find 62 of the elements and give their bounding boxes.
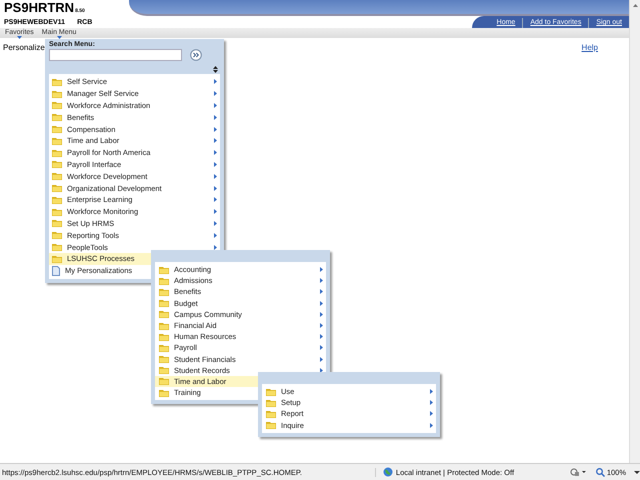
search-go-icon[interactable] — [190, 49, 202, 61]
scrollbar[interactable] — [629, 0, 640, 463]
folder-icon — [159, 377, 169, 386]
submenu-arrow-icon — [214, 114, 217, 120]
folder-icon — [266, 421, 276, 430]
document-icon — [52, 266, 60, 276]
folder-icon — [159, 355, 169, 364]
security-icon[interactable] — [570, 467, 586, 477]
submenu-arrow-icon — [430, 422, 433, 428]
submenu-arrow-icon — [214, 79, 217, 84]
submenu-arrow-icon — [214, 102, 217, 108]
submenu-arrow-icon — [214, 197, 217, 202]
submenu-arrow-icon — [214, 150, 217, 156]
folder-icon — [52, 208, 62, 216]
folder-icon — [159, 288, 169, 296]
scroll-up-icon[interactable] — [632, 4, 638, 7]
globe-icon — [382, 467, 393, 477]
dropdown-caret-icon[interactable] — [634, 470, 640, 474]
caret-icon — [17, 36, 22, 39]
submenu-arrow-icon — [214, 91, 217, 96]
folder-icon — [159, 344, 169, 352]
submenu-arrow-icon — [214, 138, 217, 144]
submenu-arrow-icon — [214, 162, 217, 167]
folder-icon — [266, 410, 276, 418]
submenu-arrow-icon — [214, 209, 217, 214]
submenu-arrow-icon — [214, 174, 217, 179]
folder-icon — [52, 184, 62, 192]
folder-icon — [52, 113, 62, 122]
submenu-arrow-icon — [214, 220, 217, 226]
folder-icon — [159, 299, 169, 308]
folder-icon — [52, 148, 62, 157]
folder-icon — [52, 219, 62, 228]
folder-icon — [159, 266, 169, 274]
folder-icon — [52, 172, 62, 180]
folder-icon — [52, 125, 62, 134]
submenu-arrow-icon — [214, 186, 217, 191]
magnifier-icon — [596, 468, 605, 476]
folder-icon — [159, 388, 169, 397]
folder-icon — [266, 388, 276, 396]
personalize-link[interactable]: Personalize — [3, 43, 45, 52]
folder-icon — [159, 276, 169, 285]
folder-icon — [159, 332, 169, 341]
folder-icon — [52, 101, 62, 110]
folder-icon — [52, 90, 62, 98]
folder-icon — [159, 366, 169, 374]
folder-icon — [52, 136, 62, 145]
submenu-arrow-icon — [214, 244, 217, 250]
folder-icon — [266, 398, 276, 407]
folder-icon — [52, 196, 62, 204]
sort-icon[interactable] — [213, 66, 218, 73]
folder-icon — [159, 322, 169, 330]
submenu-arrow-icon — [214, 126, 217, 132]
help-link[interactable]: Help — [582, 43, 598, 52]
submenu-arrow-icon — [214, 232, 217, 238]
folder-icon — [52, 254, 62, 263]
folder-icon — [52, 243, 62, 252]
folder-icon — [159, 310, 169, 318]
search-field[interactable] — [49, 49, 182, 61]
app-name: PS9HRTRN — [4, 0, 74, 15]
folder-icon — [52, 78, 62, 86]
folder-icon — [52, 231, 62, 240]
folder-icon — [52, 160, 62, 168]
